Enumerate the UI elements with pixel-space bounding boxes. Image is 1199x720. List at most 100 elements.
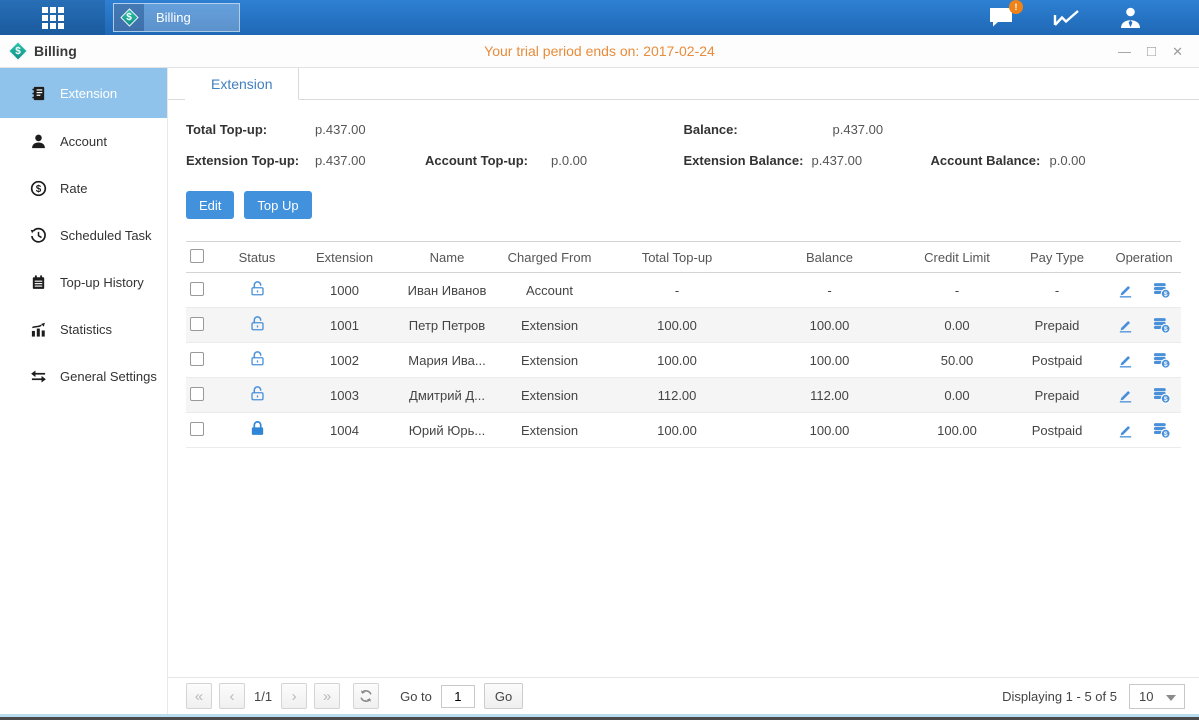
taskbar-item-billing[interactable]: $ Billing	[113, 3, 240, 32]
cell-pay-type: Prepaid	[1007, 308, 1107, 343]
top-up-button[interactable]: Top Up	[244, 191, 311, 219]
sidebar-item-general-settings[interactable]: General Settings	[0, 353, 167, 400]
main-content: Extension Total Top-up: p.437.00 Extensi…	[168, 68, 1199, 714]
sidebar-item-rate[interactable]: $ Rate	[0, 165, 167, 212]
cell-extension: 1001	[292, 308, 397, 343]
top-up-row-button[interactable]: $	[1152, 316, 1171, 334]
col-balance: Balance	[752, 242, 907, 273]
close-button[interactable]: ✕	[1172, 45, 1183, 58]
col-total-topup: Total Top-up	[602, 242, 752, 273]
chevron-down-icon	[1166, 695, 1176, 701]
cell-pay-type: -	[1007, 273, 1107, 308]
cell-credit-limit: 100.00	[907, 413, 1007, 448]
account-icon	[30, 133, 47, 150]
tab-label: Extension	[211, 76, 272, 92]
next-page-button[interactable]: ›	[281, 683, 307, 709]
user-menu-button[interactable]	[1118, 6, 1143, 29]
notification-badge: !	[1009, 0, 1023, 14]
edit-row-button[interactable]	[1117, 317, 1134, 334]
unlocked-icon	[249, 350, 266, 367]
sidebar-item-label: Statistics	[60, 322, 112, 337]
row-checkbox[interactable]	[190, 387, 204, 401]
sidebar-item-label: General Settings	[60, 369, 157, 384]
cell-balance: 100.00	[752, 413, 907, 448]
cell-balance: 100.00	[752, 308, 907, 343]
top-up-row-button[interactable]: $	[1152, 281, 1171, 299]
account-balance-label: Account Balance:	[931, 153, 1050, 168]
row-checkbox[interactable]	[190, 422, 204, 436]
page-size-select[interactable]: 10	[1129, 684, 1185, 709]
extension-topup-label: Extension Top-up:	[186, 153, 315, 168]
cell-extension: 1002	[292, 343, 397, 378]
go-button[interactable]: Go	[484, 683, 523, 709]
table-row: 1004 Юрий Юрь... Extension 100.00 100.00…	[186, 413, 1181, 448]
edit-icon	[1117, 352, 1134, 369]
sidebar-item-label: Top-up History	[60, 275, 144, 290]
account-balance-value: p.0.00	[1050, 153, 1086, 168]
cell-total-topup: 100.00	[602, 308, 752, 343]
minimize-button[interactable]: —	[1118, 45, 1131, 58]
col-pay-type: Pay Type	[1007, 242, 1107, 273]
svg-text:$: $	[1164, 396, 1168, 403]
maximize-button[interactable]: □	[1147, 44, 1156, 59]
col-extension: Extension	[292, 242, 397, 273]
cell-pay-type: Prepaid	[1007, 378, 1107, 413]
cell-charged-from: Extension	[497, 308, 602, 343]
extension-balance-label: Extension Balance:	[684, 153, 812, 168]
extension-table: Status Extension Name Charged From Total…	[186, 241, 1181, 448]
cell-name: Петр Петров	[397, 308, 497, 343]
cell-total-topup: 112.00	[602, 378, 752, 413]
select-all-checkbox[interactable]	[190, 249, 204, 263]
col-status: Status	[222, 242, 292, 273]
svg-text:$: $	[1164, 431, 1168, 438]
sidebar-item-scheduled-task[interactable]: Scheduled Task	[0, 212, 167, 259]
sidebar-item-account[interactable]: Account	[0, 118, 167, 165]
tab-extension[interactable]: Extension	[185, 68, 299, 100]
table-row: 1000 Иван Иванов Account - - - - $	[186, 273, 1181, 308]
edit-row-button[interactable]	[1117, 282, 1134, 299]
cell-pay-type: Postpaid	[1007, 343, 1107, 378]
sidebar-item-label: Account	[60, 134, 107, 149]
table-row: 1002 Мария Ива... Extension 100.00 100.0…	[186, 343, 1181, 378]
row-checkbox[interactable]	[190, 282, 204, 296]
unlocked-icon	[249, 280, 266, 297]
sidebar-item-topup-history[interactable]: Top-up History	[0, 259, 167, 306]
messages-button[interactable]: !	[988, 6, 1015, 29]
edit-row-button[interactable]	[1117, 387, 1134, 404]
app-launcher-button[interactable]	[0, 0, 105, 35]
total-topup-label: Total Top-up:	[186, 122, 315, 137]
sidebar-item-label: Extension	[60, 86, 117, 101]
refresh-icon	[359, 689, 373, 703]
row-checkbox[interactable]	[190, 317, 204, 331]
refresh-button[interactable]	[353, 683, 379, 709]
cell-total-topup: 100.00	[602, 343, 752, 378]
top-up-row-button[interactable]: $	[1152, 351, 1171, 369]
cell-charged-from: Extension	[497, 378, 602, 413]
first-page-button[interactable]: «	[186, 683, 212, 709]
edit-row-button[interactable]	[1117, 422, 1134, 439]
unlocked-icon	[249, 315, 266, 332]
taskbar-item-label: Billing	[144, 10, 239, 25]
col-credit-limit: Credit Limit	[907, 242, 1007, 273]
sidebar-item-extension[interactable]: Extension	[0, 68, 167, 118]
balance-label: Balance:	[684, 122, 833, 137]
cell-name: Иван Иванов	[397, 273, 497, 308]
cell-balance: 112.00	[752, 378, 907, 413]
goto-page-input[interactable]	[441, 685, 475, 708]
svg-text:$: $	[1164, 291, 1168, 298]
last-page-button[interactable]: »	[314, 683, 340, 709]
prev-page-button[interactable]: ‹	[219, 683, 245, 709]
sidebar-item-statistics[interactable]: Statistics	[0, 306, 167, 353]
rate-icon: $	[30, 180, 47, 197]
table-row: 1001 Петр Петров Extension 100.00 100.00…	[186, 308, 1181, 343]
sidebar-item-label: Scheduled Task	[60, 228, 152, 243]
row-checkbox[interactable]	[190, 352, 204, 366]
edit-button[interactable]: Edit	[186, 191, 234, 219]
cell-total-topup: -	[602, 273, 752, 308]
billing-logo-icon: $	[10, 43, 26, 59]
reports-button[interactable]	[1053, 7, 1080, 29]
top-up-row-button[interactable]: $	[1152, 386, 1171, 404]
top-up-row-button[interactable]: $	[1152, 421, 1171, 439]
svg-text:$: $	[1164, 326, 1168, 333]
edit-row-button[interactable]	[1117, 352, 1134, 369]
